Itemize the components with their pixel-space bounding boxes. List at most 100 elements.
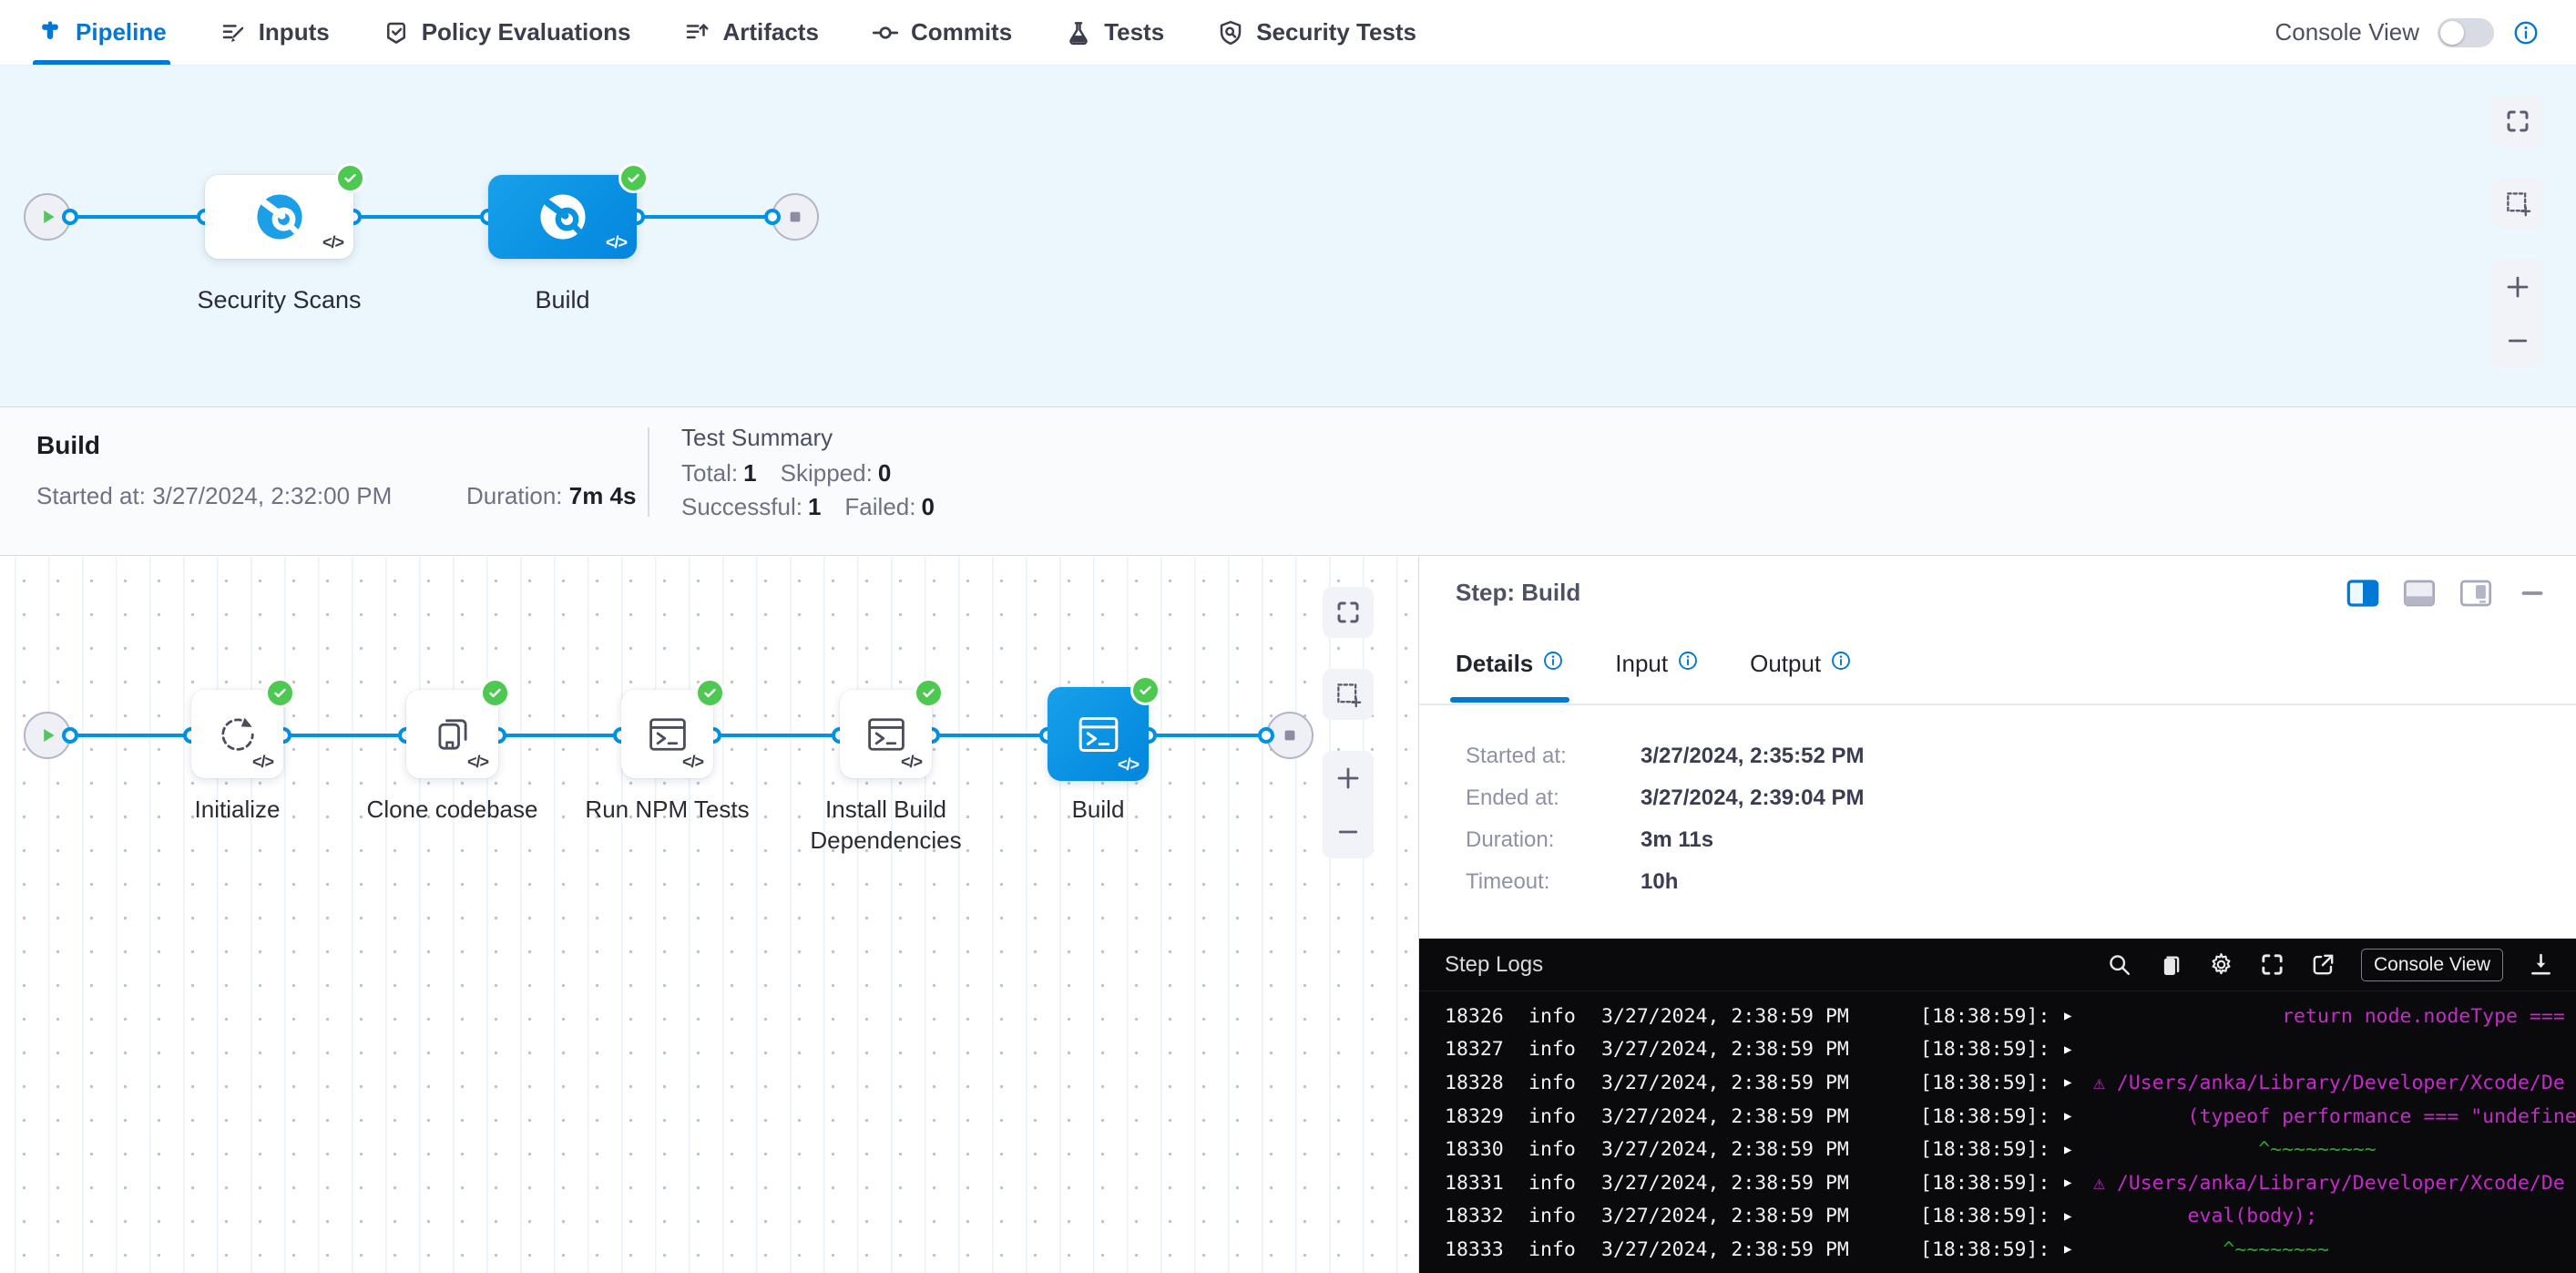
detail-row: Started at:3/27/2024, 2:35:52 PM (1466, 744, 1865, 769)
tab-label: Policy Evaluations (422, 18, 631, 46)
log-level: info (1528, 1238, 1601, 1261)
tab-commits[interactable]: Commits (872, 0, 1012, 65)
graph-node-build[interactable]: </> (1048, 687, 1149, 781)
log-date: 3/27/2024, 2:38:59 PM (1601, 1205, 1920, 1227)
expand-caret-icon[interactable]: ▶ (2064, 1109, 2093, 1124)
log-line-number: 18327 (1445, 1038, 1528, 1061)
console-view-button[interactable]: Console View (2361, 949, 2503, 981)
zoom-out-button[interactable] (1334, 818, 1362, 846)
graph-node-label: Clone codebase (367, 794, 538, 825)
test-summary-value: 1 (743, 459, 756, 487)
log-time: [18:38:59]: (1920, 1238, 2064, 1261)
console-view-label: Console View (2274, 18, 2419, 46)
log-message: ^~~~~~~~~ (2093, 1238, 2576, 1261)
step-panel-tabs: Details Input Output (1456, 650, 2576, 704)
tab-output[interactable]: Output (1750, 650, 1852, 704)
graph-node-build[interactable]: </> (488, 175, 637, 259)
log-date: 3/27/2024, 2:38:59 PM (1601, 1138, 1920, 1161)
log-message: ⚠ /Users/anka/Library/Developer/Xcode/De (2093, 1072, 2576, 1094)
expand-caret-icon[interactable]: ▶ (2064, 1075, 2093, 1090)
log-time: [18:38:59]: (1920, 1172, 2064, 1195)
duration-text: Duration: 7m 4s (466, 482, 636, 510)
stop-icon (783, 205, 807, 229)
tab-tests[interactable]: Tests (1065, 0, 1164, 65)
graph-node-security-scans[interactable]: </> (205, 175, 353, 259)
success-check-icon (618, 163, 649, 193)
test-summary-label: Skipped: (781, 459, 873, 487)
tab-pipeline[interactable]: Pipeline (36, 0, 167, 65)
log-line-number: 18332 (1445, 1205, 1528, 1227)
graph-node-label: Build (1072, 794, 1125, 825)
graph-node-initialize[interactable]: </> (191, 690, 283, 778)
panel-layout-controls (2346, 580, 2549, 607)
external-link-icon[interactable] (2310, 951, 2336, 978)
tab-input[interactable]: Input (1615, 650, 1699, 704)
tab-artifacts[interactable]: Artifacts (683, 0, 818, 65)
fullscreen-icon[interactable] (2259, 951, 2285, 978)
detail-label: Ended at: (1466, 785, 1641, 811)
console-view-toggle[interactable] (2438, 18, 2494, 47)
detail-value: 10h (1641, 869, 1678, 895)
graph-node-install-build-dependencies[interactable]: </> (840, 690, 932, 778)
step-details-list: Started at:3/27/2024, 2:35:52 PM Ended at… (1466, 744, 1865, 911)
layout-float-icon[interactable] (2459, 580, 2492, 607)
expand-caret-icon[interactable]: ▶ (2064, 1009, 2093, 1023)
artifacts-icon (683, 19, 710, 46)
marquee-select-button[interactable] (1323, 669, 1374, 720)
code-badge: </> (322, 233, 343, 252)
tab-details[interactable]: Details (1456, 650, 1564, 704)
step-logs-title: Step Logs (1445, 952, 1543, 978)
fullscreen-button[interactable] (1323, 587, 1374, 638)
graph-node-label: Initialize (195, 794, 281, 825)
log-line: 18328info3/27/2024, 2:38:59 PM[18:38:59]… (1445, 1066, 2576, 1100)
expand-caret-icon[interactable]: ▶ (2064, 1042, 2093, 1057)
success-check-icon (480, 678, 510, 708)
settings-icon[interactable] (2208, 951, 2234, 978)
info-icon[interactable] (2512, 19, 2540, 46)
step-panel-header: Step: Build (1456, 579, 2549, 607)
stage-graph-canvas[interactable]: </>Initialize</>Clone codebase</>Run NPM… (0, 557, 1418, 1273)
test-summary-item: Successful:1 (681, 493, 821, 521)
info-icon (1830, 650, 1852, 672)
success-check-icon (914, 678, 944, 708)
detail-value: 3/27/2024, 2:35:52 PM (1641, 744, 1865, 769)
terminal-icon (644, 711, 691, 758)
tab-policy-evaluations[interactable]: Policy Evaluations (383, 0, 631, 65)
test-summary-item: Failed:0 (844, 493, 935, 521)
minimize-icon[interactable] (2516, 580, 2549, 607)
pipeline-graph-canvas[interactable]: </>Security Scans</>Build (0, 66, 2576, 406)
step-logs-header: Step Logs Console View (1419, 939, 2576, 991)
marquee-select-button[interactable] (2492, 178, 2543, 229)
expand-caret-icon[interactable]: ▶ (2064, 1143, 2093, 1157)
tab-security-tests[interactable]: Security Tests (1217, 0, 1416, 65)
expand-caret-icon[interactable]: ▶ (2064, 1242, 2093, 1257)
step-details-panel: Step: Build Details Input Output Started a… (1418, 557, 2576, 1273)
zoom-out-button[interactable] (2504, 327, 2531, 354)
log-line-number: 18331 (1445, 1172, 1528, 1195)
tests-icon (1065, 19, 1092, 46)
zoom-in-button[interactable] (1334, 765, 1362, 792)
graph-node-clone-codebase[interactable]: </> (406, 690, 498, 778)
nav-tabs: Pipeline Inputs Policy Evaluations Artifact… (36, 0, 1416, 65)
test-summary-row: Total:1Skipped:0 (681, 459, 935, 488)
fullscreen-button[interactable] (2492, 96, 2543, 147)
log-date: 3/27/2024, 2:38:59 PM (1601, 1105, 1920, 1128)
nav-right-controls: Console View (2274, 18, 2540, 47)
log-message: (typeof performance === "undefined (2093, 1105, 2576, 1128)
copy-icon[interactable] (2157, 951, 2183, 978)
log-level: info (1528, 1005, 1601, 1028)
tab-label: Pipeline (76, 18, 167, 46)
expand-caret-icon[interactable]: ▶ (2064, 1209, 2093, 1224)
test-summary-value: 0 (878, 459, 891, 487)
layout-right-icon[interactable] (2346, 580, 2379, 607)
zoom-in-button[interactable] (2504, 273, 2531, 301)
tab-inputs[interactable]: Inputs (220, 0, 330, 65)
graph-node-run-npm-tests[interactable]: </> (621, 690, 713, 778)
log-date: 3/27/2024, 2:38:59 PM (1601, 1038, 1920, 1061)
expand-caret-icon[interactable]: ▶ (2064, 1175, 2093, 1190)
layout-bottom-icon[interactable] (2403, 580, 2436, 607)
search-icon[interactable] (2106, 951, 2132, 978)
step-logs-toolbar: Console View (2106, 949, 2554, 981)
download-icon[interactable] (2528, 951, 2554, 978)
log-message: ^~~~~~~~~~ (2093, 1138, 2576, 1161)
